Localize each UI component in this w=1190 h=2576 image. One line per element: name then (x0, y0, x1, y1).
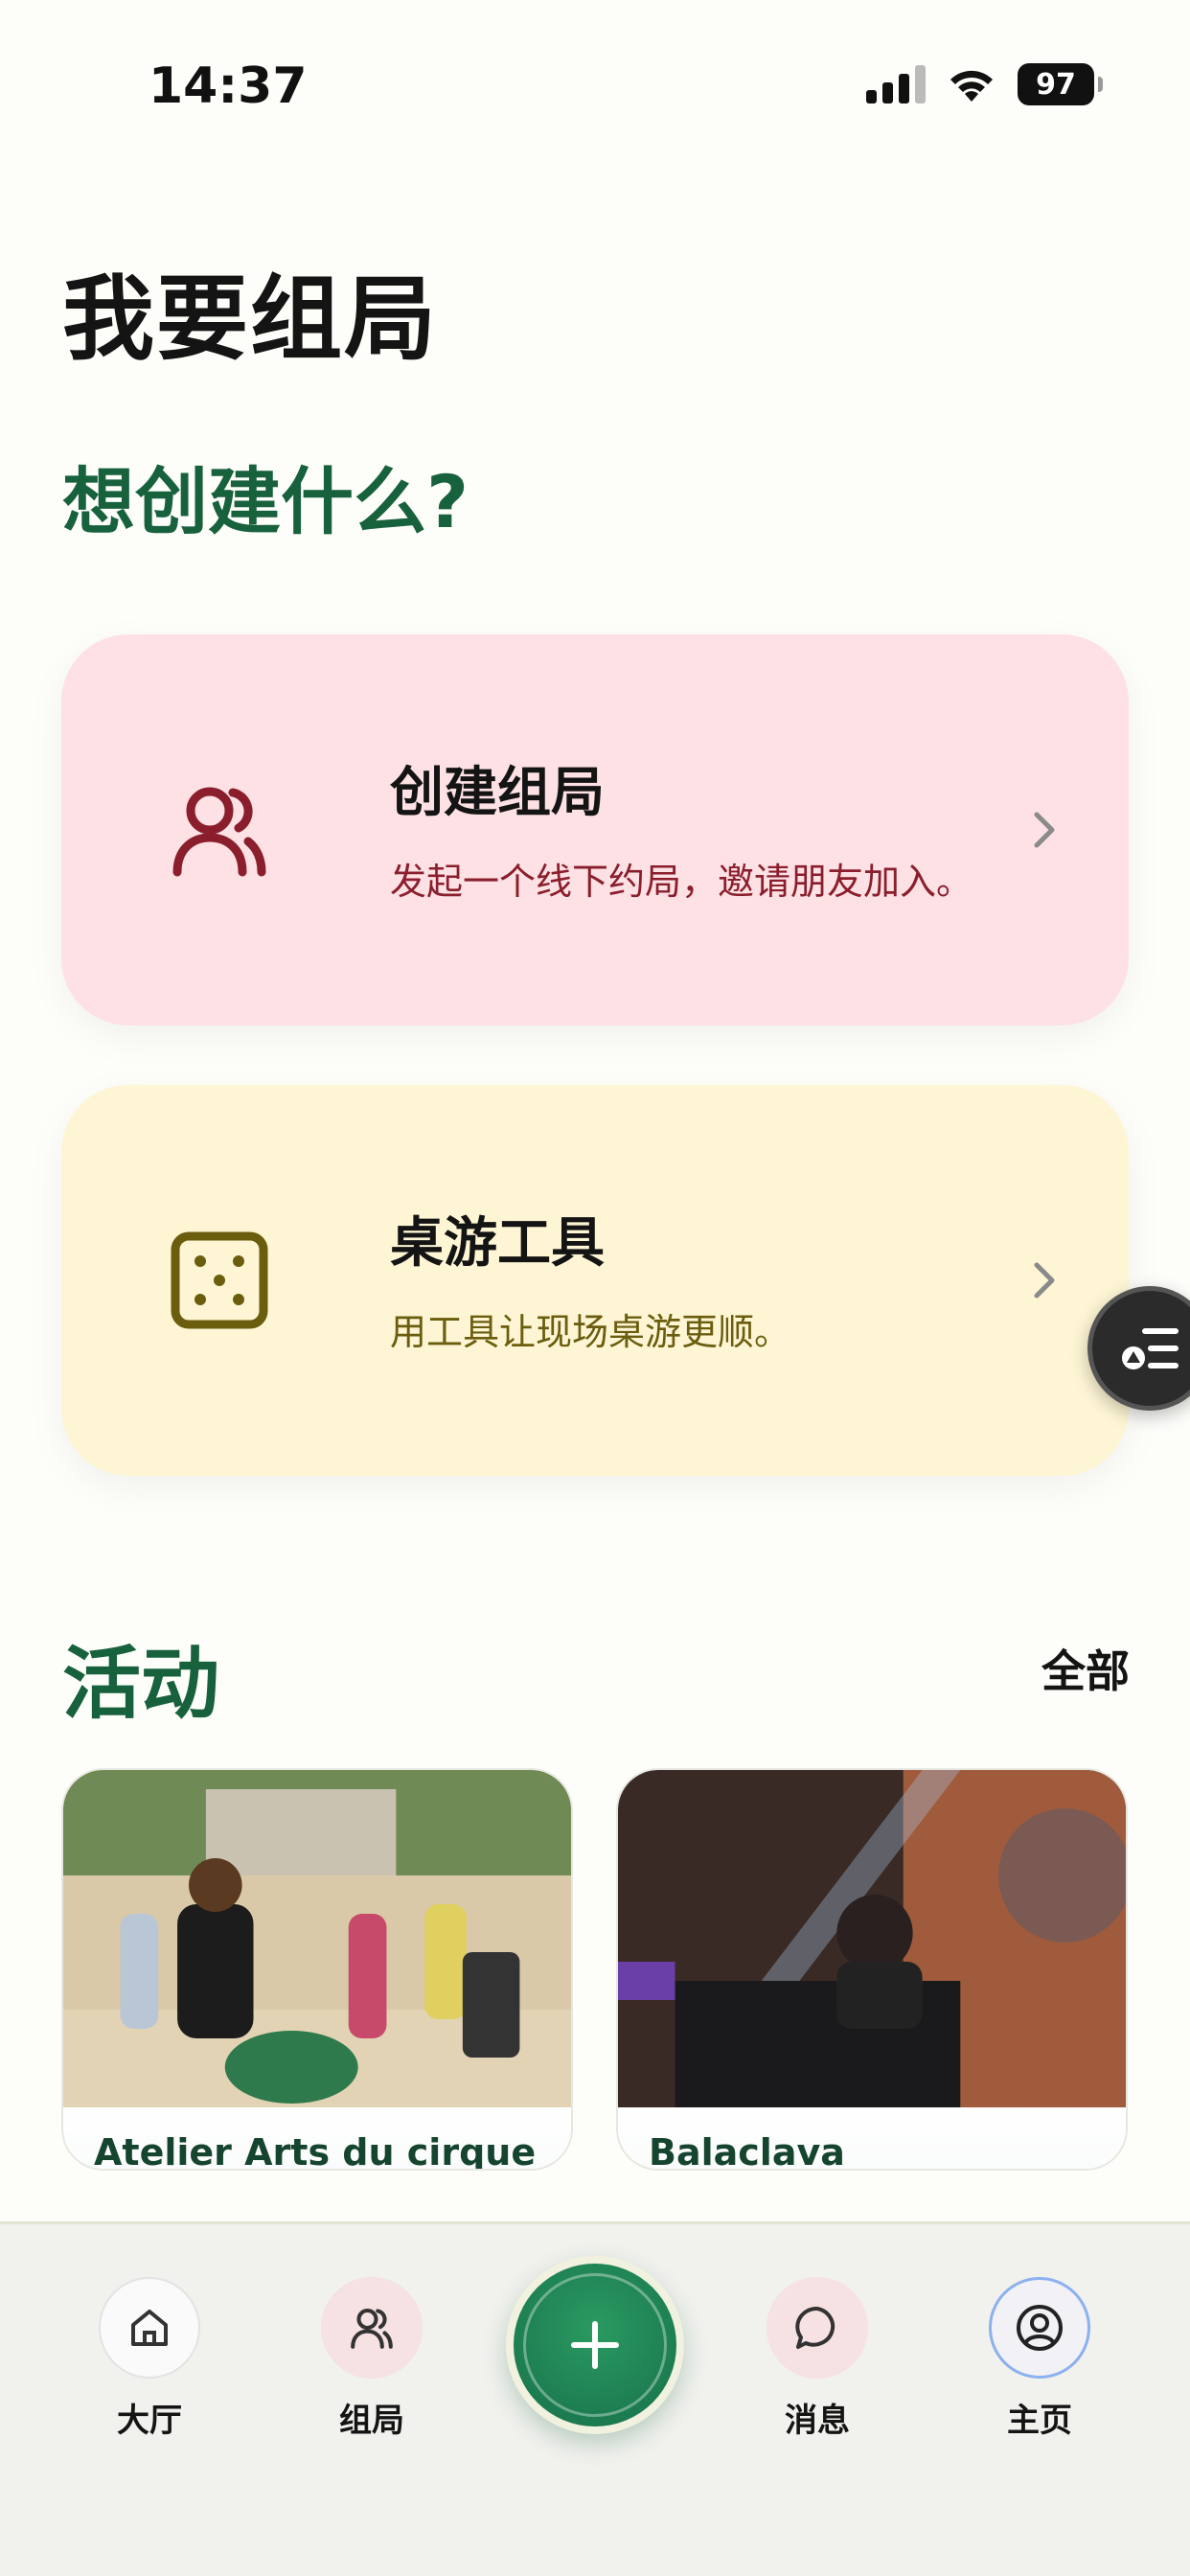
event-photo (63, 1770, 571, 2107)
profile-icon (1017, 2305, 1063, 2351)
status-bar: 14:37 97 (0, 0, 1190, 172)
card-description: 用工具让现场桌游更顺。 (390, 1310, 791, 1353)
event-card[interactable]: Atelier Arts du cirque au centre Sportif… (61, 1768, 573, 2171)
nav-label: 大厅 (117, 2402, 182, 2440)
event-title: Atelier Arts du cirque au centre Sportif… (63, 2107, 571, 2169)
activity-section-header: 活动 全部 (62, 1620, 1130, 1730)
dice-icon (171, 1231, 268, 1329)
event-title: Balaclava (618, 2107, 1126, 2169)
nav-label: 主页 (1007, 2402, 1072, 2440)
chevron-right-icon (1034, 1262, 1055, 1299)
people-icon (351, 2308, 393, 2349)
battery-indicator: 97 (1018, 63, 1103, 105)
event-photo (618, 1770, 1126, 2107)
people-icon (172, 787, 266, 877)
page-title: 我要组局 (62, 265, 438, 373)
chat-icon (795, 2306, 835, 2349)
view-all-link[interactable]: 全部 (1041, 1637, 1130, 1700)
activity-title: 活动 (62, 1639, 220, 1730)
nav-label: 消息 (785, 2402, 850, 2440)
status-icons: 97 (866, 63, 1103, 105)
nav-label: 组局 (339, 2402, 404, 2440)
board-game-tools-card[interactable]: 桌游工具 用工具让现场桌游更顺。 (61, 1085, 1129, 1476)
event-card[interactable]: Balaclava (616, 1768, 1128, 2171)
create-fab-button[interactable] (506, 2256, 684, 2434)
plus-icon (571, 2321, 619, 2369)
nav-item-hall[interactable]: 大厅 (73, 2277, 226, 2441)
chevron-right-icon (1034, 812, 1055, 848)
create-group-card[interactable]: 创建组局 发起一个线下约局，邀请朋友加入。 (61, 634, 1129, 1025)
menu-list-icon (1122, 1328, 1179, 1369)
nav-item-messages[interactable]: 消息 (741, 2277, 894, 2441)
nav-item-group[interactable]: 组局 (295, 2277, 448, 2441)
signal-icon (866, 65, 926, 104)
card-description: 发起一个线下约局，邀请朋友加入。 (390, 860, 973, 903)
section-subtitle: 想创建什么? (62, 459, 469, 544)
card-title: 桌游工具 (390, 1211, 605, 1275)
home-icon (131, 2310, 168, 2346)
card-title: 创建组局 (390, 761, 605, 824)
status-time: 14:37 (149, 58, 308, 115)
nav-item-profile[interactable]: 主页 (963, 2277, 1116, 2441)
wifi-icon (950, 70, 993, 102)
